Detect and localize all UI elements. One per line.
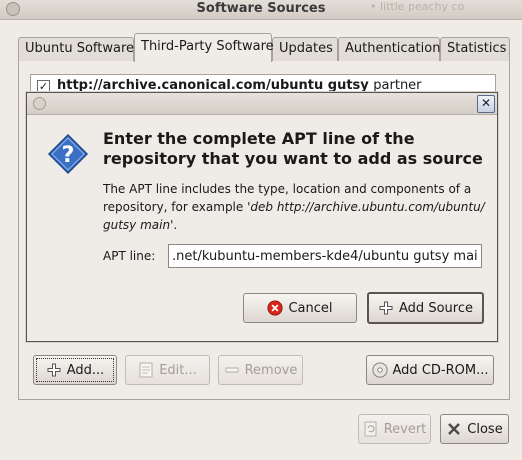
- close-button-label: Close: [467, 421, 503, 437]
- add-button-label: Add...: [66, 362, 105, 378]
- source-component: partner: [373, 78, 422, 93]
- edit-button-label: Edit...: [159, 362, 197, 378]
- dialog-close-button[interactable]: ✕: [477, 95, 495, 113]
- apt-line-label: APT line:: [103, 249, 156, 263]
- close-x-icon: [446, 421, 462, 437]
- revert-button-label: Revert: [383, 421, 427, 437]
- tab-ubuntu-software[interactable]: Ubuntu Software: [18, 37, 134, 61]
- dialog-heading: Enter the complete APT line of the repos…: [103, 129, 483, 168]
- add-button[interactable]: Add...: [33, 355, 117, 385]
- dialog-titlebar: ✕: [27, 93, 497, 115]
- dialog-description: The APT line includes the type, location…: [103, 180, 493, 234]
- question-icon: ?: [47, 133, 89, 175]
- tab-third-party-software[interactable]: Third-Party Software: [134, 33, 274, 62]
- source-row[interactable]: http://archive.canonical.com/ubuntu guts…: [57, 78, 422, 93]
- minus-icon: [224, 362, 240, 378]
- remove-button[interactable]: Remove: [218, 355, 303, 385]
- cancel-icon: [267, 300, 284, 316]
- background-window-text: • little peachy co: [370, 0, 465, 13]
- close-button[interactable]: Close: [440, 414, 509, 444]
- window-titlebar: Software Sources • little peachy co: [0, 0, 522, 20]
- tab-updates[interactable]: Updates: [272, 37, 338, 61]
- svg-text:?: ?: [62, 143, 75, 168]
- cdrom-icon: [371, 362, 388, 378]
- cancel-button[interactable]: Cancel: [243, 293, 357, 323]
- tab-statistics[interactable]: Statistics: [440, 37, 510, 61]
- cancel-button-label: Cancel: [288, 300, 333, 316]
- edit-button[interactable]: Edit...: [125, 355, 210, 385]
- add-cdrom-button[interactable]: Add CD-ROM...: [366, 355, 494, 385]
- edit-document-icon: [138, 362, 154, 378]
- apt-line-input[interactable]: [168, 244, 482, 268]
- add-cdrom-button-label: Add CD-ROM...: [392, 362, 489, 378]
- description-end: .: [173, 218, 178, 232]
- revert-button[interactable]: Revert: [358, 414, 431, 444]
- tab-authentication[interactable]: Authentication: [338, 37, 440, 61]
- revert-icon: [363, 421, 379, 437]
- remove-button-label: Remove: [244, 362, 298, 378]
- add-source-button-label: Add Source: [399, 300, 473, 316]
- source-url: http://archive.canonical.com/ubuntu guts…: [57, 78, 369, 93]
- close-icon: ✕: [480, 96, 492, 110]
- plus-icon: [378, 300, 394, 316]
- add-source-button[interactable]: Add Source: [367, 292, 484, 324]
- plus-icon: [46, 362, 62, 378]
- dialog-menu-icon[interactable]: [33, 97, 46, 110]
- add-source-dialog: ✕ ? Enter the complete APT line of the r…: [26, 92, 498, 342]
